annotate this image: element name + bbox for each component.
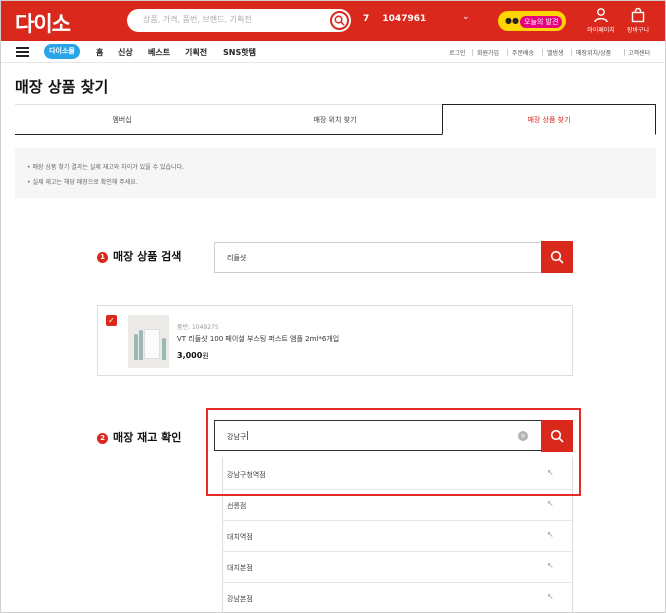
user-icon xyxy=(594,8,608,23)
util-store-location[interactable]: 매장위치/상품 xyxy=(576,48,611,57)
today-discovery-button[interactable]: ●● 오늘의 발견 xyxy=(498,11,566,31)
mypage-button[interactable]: 마이페이지 xyxy=(581,7,621,34)
util-customer-center[interactable]: 고객센터 xyxy=(628,48,650,57)
product-price-value: 3,000 xyxy=(177,351,203,360)
today-discovery-label: 오늘의 발견 xyxy=(520,16,563,28)
store-search-input[interactable]: 강남구 xyxy=(214,420,542,451)
product-name: VT 리들샷 100 페이셜 부스팅 퍼스트 앰플 2ml*6개입 xyxy=(177,335,340,343)
popular-search-rank[interactable]: 7 1047961 xyxy=(363,14,426,24)
search-icon xyxy=(550,429,564,443)
product-thumbnail xyxy=(128,315,169,368)
page-title: 매장 상품 찾기 xyxy=(15,78,109,96)
page-frame: 다이소 상품, 가격, 품번, 브랜드, 기획전 7 1047961 ⌄ ●● … xyxy=(0,0,666,613)
global-search-input[interactable]: 상품, 가격, 품번, 브랜드, 기획전 xyxy=(143,14,252,25)
store-name: 대치역점 xyxy=(227,533,253,541)
store-suggestion-list: 강남구청역점 ↖ 선릉점 ↖ 대치역점 ↖ 대치본점 ↖ 강남본점 ↖ xyxy=(222,457,573,612)
tab-store-location[interactable]: 매장 위치 찾기 xyxy=(228,104,442,135)
main-nav: 다이소몰 홈 신상 베스트 기획전 SNS핫템 로그인 회원가입 주문배송 앨범… xyxy=(1,41,665,63)
rank-index: 7 xyxy=(363,14,370,24)
product-checkbox[interactable]: ✓ xyxy=(106,315,117,326)
tab-store-product[interactable]: 매장 상품 찾기 xyxy=(442,104,656,135)
product-search-button[interactable] xyxy=(541,241,573,273)
step2-label: 매장 재고 확인 xyxy=(113,431,182,444)
store-name: 대치본점 xyxy=(227,564,253,572)
eyes-icon: ●● xyxy=(505,16,519,25)
step2-heading: 2 매장 재고 확인 xyxy=(97,429,181,445)
step1-label: 매장 상품 검색 xyxy=(113,250,182,263)
notice-line: • 매장 상품 찾기 결과는 실제 재고와 차이가 있을 수 있습니다. xyxy=(27,164,184,171)
divider xyxy=(542,49,543,56)
clear-icon[interactable]: × xyxy=(518,431,528,441)
arrow-up-left-icon: ↖ xyxy=(547,561,554,570)
daiso-logo[interactable]: 다이소 xyxy=(15,8,71,38)
step1-badge: 1 xyxy=(97,252,108,263)
divider xyxy=(507,49,508,56)
search-icon xyxy=(334,15,345,26)
divider xyxy=(472,49,473,56)
product-price: 3,000원 xyxy=(177,351,209,361)
step2-badge: 2 xyxy=(97,433,108,444)
mypage-label: 마이페이지 xyxy=(587,27,615,34)
util-login[interactable]: 로그인 xyxy=(449,48,466,57)
shopping-bag-icon xyxy=(631,7,645,23)
arrow-up-left-icon: ↖ xyxy=(547,592,554,601)
top-header: 다이소 상품, 가격, 품번, 브랜드, 기획전 7 1047961 ⌄ ●● … xyxy=(1,1,665,41)
rank-keyword: 1047961 xyxy=(382,14,427,24)
store-suggestion-item[interactable]: 대치역점 ↖ xyxy=(223,521,572,552)
notice-line: • 실제 재고는 해당 매장으로 확인해 주세요. xyxy=(27,179,138,186)
store-tabs: 멤버십 매장 위치 찾기 매장 상품 찾기 xyxy=(15,104,656,135)
menu-icon[interactable] xyxy=(16,47,29,59)
chevron-down-icon[interactable]: ⌄ xyxy=(462,12,470,22)
store-name: 선릉점 xyxy=(227,502,247,510)
store-suggestion-item[interactable]: 강남구청역점 ↖ xyxy=(223,459,572,490)
nav-item-new[interactable]: 신상 xyxy=(118,47,133,58)
store-name: 강남구청역점 xyxy=(227,471,266,479)
store-suggestion-item[interactable]: 강남본점 ↖ xyxy=(223,583,572,612)
util-signup[interactable]: 회원가입 xyxy=(477,48,499,57)
global-search-button[interactable] xyxy=(330,11,349,30)
divider xyxy=(624,49,625,56)
util-album[interactable]: 앨범생 xyxy=(547,48,564,57)
tab-membership[interactable]: 멤버십 xyxy=(15,104,229,135)
arrow-up-left-icon: ↖ xyxy=(547,468,554,477)
cart-button[interactable]: 장바구니 xyxy=(618,7,658,34)
arrow-up-left-icon: ↖ xyxy=(547,499,554,508)
search-icon xyxy=(550,250,564,264)
nav-item-sns[interactable]: SNS핫템 xyxy=(223,47,256,58)
divider xyxy=(571,49,572,56)
store-search-button[interactable] xyxy=(541,420,573,452)
store-name: 강남본점 xyxy=(227,595,253,603)
store-search-value: 강남구 xyxy=(227,431,249,441)
arrow-up-left-icon: ↖ xyxy=(547,530,554,539)
nav-item-exhibition[interactable]: 기획전 xyxy=(185,47,207,58)
product-price-currency: 원 xyxy=(202,352,209,360)
nav-item-best[interactable]: 베스트 xyxy=(148,47,170,58)
product-search-value: 리들샷 xyxy=(227,254,247,262)
store-suggestion-item[interactable]: 선릉점 ↖ xyxy=(223,490,572,521)
nav-item-home[interactable]: 홈 xyxy=(96,47,103,58)
step1-heading: 1 매장 상품 검색 xyxy=(97,248,181,264)
cart-label: 장바구니 xyxy=(626,27,650,34)
notice-box: • 매장 상품 찾기 결과는 실제 재고와 차이가 있을 수 있습니다. • 실… xyxy=(15,148,656,198)
util-order-delivery[interactable]: 주문배송 xyxy=(512,48,534,57)
product-code: 품번: 1049275 xyxy=(177,324,219,331)
mascot-logo[interactable]: 다이소몰 xyxy=(44,44,80,59)
global-search-box[interactable]: 상품, 가격, 품번, 브랜드, 기획전 xyxy=(127,9,351,32)
product-card[interactable]: ✓ 품번: 1049275 VT 리들샷 100 페이셜 부스팅 퍼스트 앰플 … xyxy=(97,305,573,376)
product-search-input[interactable]: 리들샷 xyxy=(214,242,542,273)
store-suggestion-item[interactable]: 대치본점 ↖ xyxy=(223,552,572,583)
